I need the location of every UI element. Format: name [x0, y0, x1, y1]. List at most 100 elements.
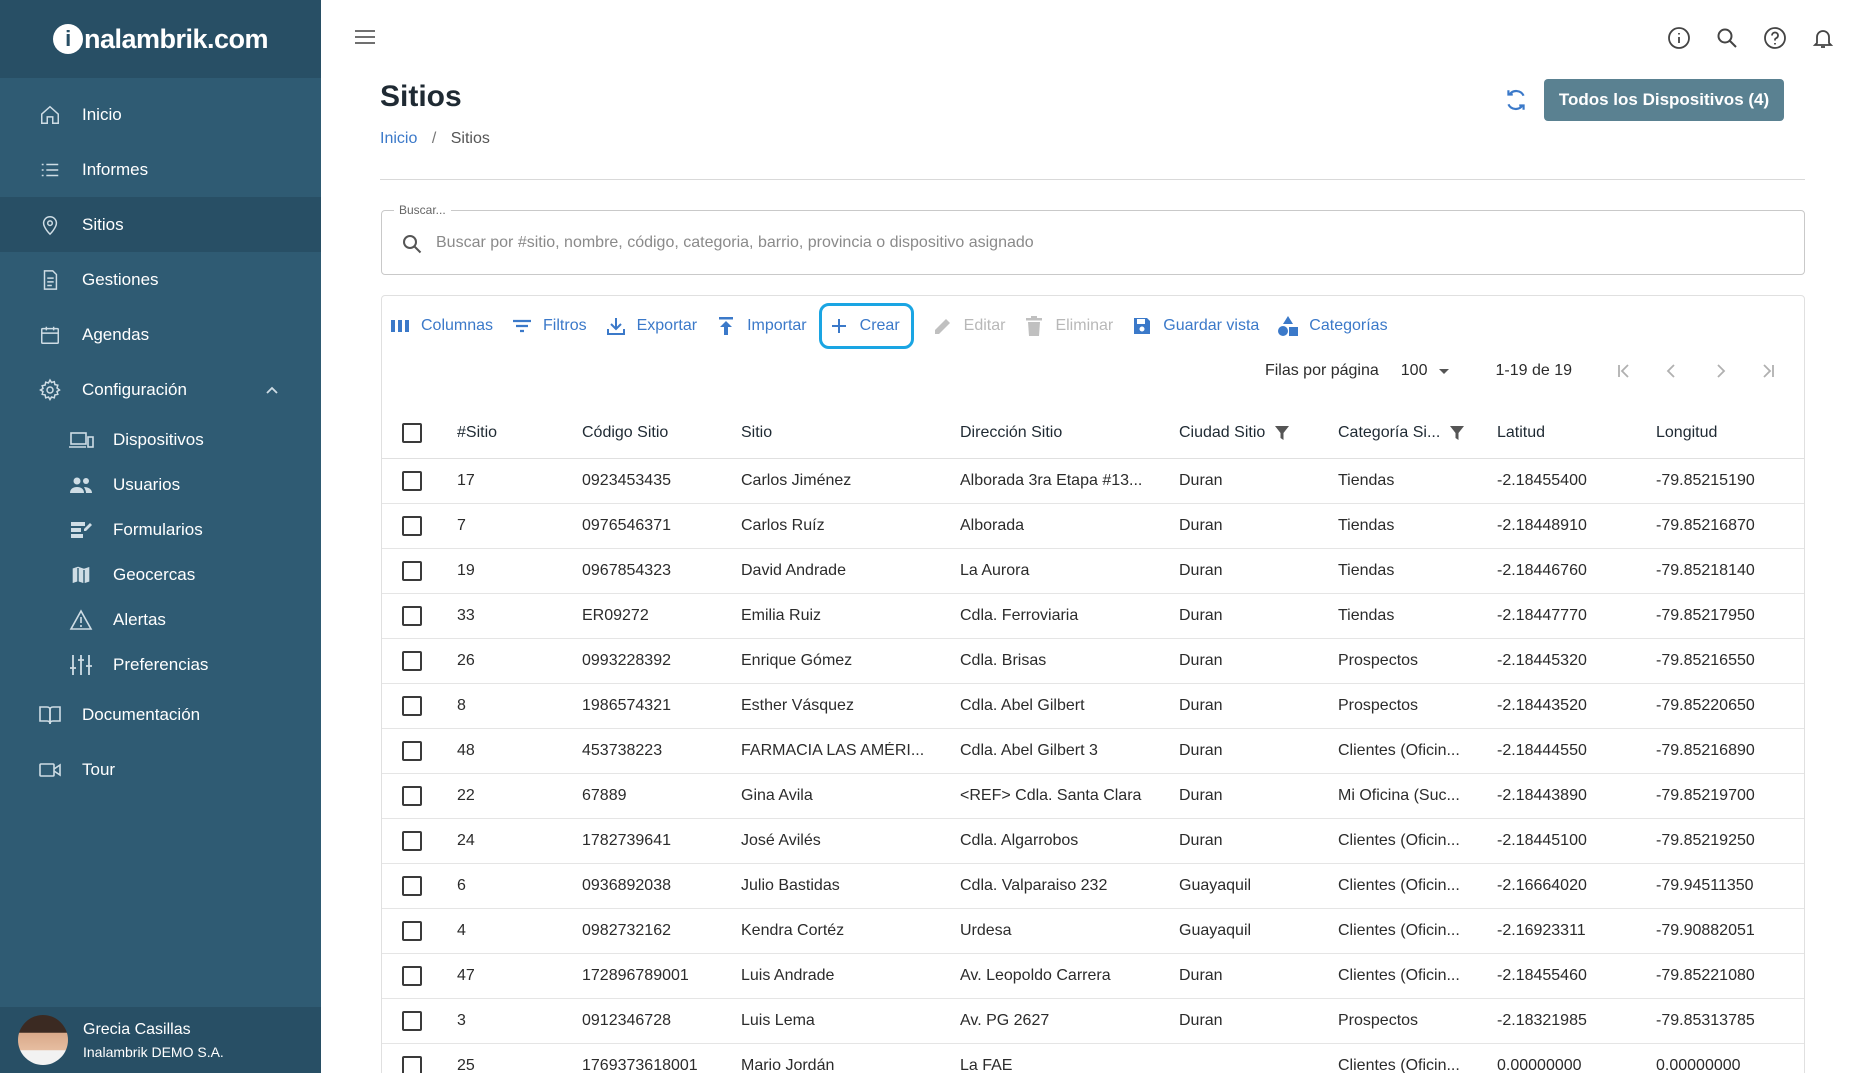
column-header-category[interactable]: Categoría Si...	[1338, 424, 1497, 442]
refresh-icon[interactable]	[1503, 87, 1529, 113]
cell-category: Clientes (Oficin...	[1338, 922, 1460, 939]
sidebar-item-usuarios[interactable]: Usuarios	[0, 462, 321, 507]
export-button[interactable]: Exportar	[605, 307, 697, 345]
table-row[interactable]: 19 0967854323 David Andrade La Aurora Duran T…	[382, 549, 1804, 594]
last-page-icon[interactable]	[1756, 359, 1780, 383]
row-checkbox[interactable]	[402, 471, 422, 491]
table-row[interactable]: 4 0982732162 Kendra Cortéz Urdesa Guayaquil C…	[382, 909, 1804, 954]
filter-icon[interactable]	[1450, 425, 1465, 441]
row-checkbox[interactable]	[402, 741, 422, 761]
row-checkbox[interactable]	[402, 786, 422, 806]
row-checkbox[interactable]	[402, 831, 422, 851]
cell-address: Cdla. Valparaiso 232	[960, 877, 1108, 894]
table-row[interactable]: 7 0976546371 Carlos Ruíz Alborada Duran Tiend…	[382, 504, 1804, 549]
sidebar-item-agendas[interactable]: Agendas	[0, 307, 321, 362]
table-row[interactable]: 24 1782739641 José Avilés Cdla. Algarrobos D…	[382, 819, 1804, 864]
columns-label: Columnas	[421, 317, 494, 334]
table-row[interactable]: 47 172896789001 Luis Andrade Av. Leopoldo C…	[382, 954, 1804, 999]
create-button[interactable]: Crear	[818, 303, 914, 349]
all-devices-button[interactable]: Todos los Dispositivos (4)	[1544, 79, 1784, 121]
table-row[interactable]: 17 0923453435 Carlos Jiménez Alborada 3ra E…	[382, 459, 1804, 504]
row-checkbox[interactable]	[402, 1011, 422, 1031]
sidebar-item-sitios[interactable]: Sitios	[0, 197, 321, 252]
column-header-latitude[interactable]: Latitud	[1497, 424, 1656, 442]
row-checkbox[interactable]	[402, 516, 422, 536]
cell-code: 172896789001	[582, 967, 689, 984]
row-checkbox[interactable]	[402, 1056, 422, 1073]
table-row[interactable]: 48 453738223 FARMACIA LAS AMÉRI... Cdla. Ab…	[382, 729, 1804, 774]
cell-site: Mario Jordán	[741, 1057, 835, 1073]
user-profile[interactable]: Grecia Casillas Inalambrik DEMO S.A.	[0, 1007, 321, 1073]
sidebar-item-informes[interactable]: Informes	[0, 142, 321, 197]
filters-button[interactable]: Filtros	[511, 307, 587, 345]
row-select-cell	[382, 1011, 457, 1031]
help-icon[interactable]	[1761, 24, 1789, 52]
table-row[interactable]: 3 0912346728 Luis Lema Av. PG 2627 Duran Pros…	[382, 999, 1804, 1044]
row-checkbox[interactable]	[402, 606, 422, 626]
cell-address: Cdla. Abel Gilbert 3	[960, 742, 1098, 759]
sidebar-item-formularios[interactable]: Formularios	[0, 507, 321, 552]
first-page-icon[interactable]	[1612, 359, 1636, 383]
row-checkbox[interactable]	[402, 561, 422, 581]
column-label: #Sitio	[457, 423, 498, 441]
row-checkbox[interactable]	[402, 696, 422, 716]
save-view-button[interactable]: Guardar vista	[1131, 307, 1259, 345]
search-icon[interactable]	[1713, 24, 1741, 52]
sidebar-item-configuracion[interactable]: Configuración	[0, 362, 321, 417]
sidebar-item-preferencias[interactable]: Preferencias	[0, 642, 321, 687]
cell-city: Duran	[1179, 472, 1223, 489]
table-row[interactable]: 6 0936892038 Julio Bastidas Cdla. Valparais…	[382, 864, 1804, 909]
sidebar-item-alertas[interactable]: Alertas	[0, 597, 321, 642]
table-row[interactable]: 22 67889 Gina Avila <REF> Cdla. Santa Clara…	[382, 774, 1804, 819]
search-input[interactable]	[436, 229, 1776, 257]
table-row[interactable]: 26 0993228392 Enrique Gómez Cdla. Brisas Dur…	[382, 639, 1804, 684]
column-header-city[interactable]: Ciudad Sitio	[1179, 424, 1338, 442]
sidebar-item-label: Documentación	[82, 704, 201, 724]
columns-button[interactable]: Columnas	[389, 307, 493, 345]
chevron-up-icon[interactable]	[265, 380, 279, 400]
column-header-site[interactable]: Sitio	[741, 424, 960, 442]
sidebar-item-tour[interactable]: Tour	[0, 742, 321, 797]
edit-button[interactable]: Editar	[932, 307, 1005, 345]
sidebar-item-dispositivos[interactable]: Dispositivos	[0, 417, 321, 462]
row-checkbox[interactable]	[402, 876, 422, 896]
row-checkbox[interactable]	[402, 966, 422, 986]
categories-button[interactable]: Categorías	[1277, 307, 1388, 345]
rows-per-page-select[interactable]: 100	[1401, 362, 1450, 380]
row-select-cell	[382, 696, 457, 716]
import-button[interactable]: Importar	[715, 307, 807, 345]
sidebar-item-documentacion[interactable]: Documentación	[0, 687, 321, 742]
cell-category: Clientes (Oficin...	[1338, 742, 1460, 759]
sidebar-item-geocercas[interactable]: Geocercas	[0, 552, 321, 597]
row-select-cell	[382, 516, 457, 536]
filter-icon[interactable]	[1275, 425, 1290, 441]
table-row[interactable]: 8 1986574321 Esther Vásquez Cdla. Abel Gilb…	[382, 684, 1804, 729]
rows-per-page-label: Filas por página	[1264, 362, 1379, 379]
table-row[interactable]: 25 1769373618001 Mario Jordán La FAE Cliente…	[382, 1044, 1804, 1073]
column-label: Código Sitio	[582, 423, 669, 441]
sliders-icon	[68, 653, 94, 677]
bell-icon[interactable]	[1809, 24, 1837, 52]
column-header-address[interactable]: Dirección Sitio	[960, 424, 1179, 442]
cell-longitude: -79.85313785	[1656, 1012, 1755, 1029]
sidebar-item-label: Informes	[82, 159, 149, 179]
breadcrumb-home-link[interactable]: Inicio	[380, 130, 417, 147]
menu-toggle-icon[interactable]	[354, 28, 376, 46]
sidebar-item-gestiones[interactable]: Gestiones	[0, 252, 321, 307]
column-header-longitude[interactable]: Longitud	[1656, 424, 1804, 442]
select-all-checkbox[interactable]	[402, 422, 422, 443]
row-checkbox[interactable]	[402, 651, 422, 671]
next-page-icon[interactable]	[1708, 359, 1732, 383]
row-checkbox[interactable]	[402, 921, 422, 941]
column-header-id[interactable]: #Sitio	[457, 424, 582, 442]
cell-site: Enrique Gómez	[741, 652, 853, 669]
cell-id: 25	[457, 1057, 475, 1073]
info-icon[interactable]	[1665, 24, 1693, 52]
sidebar-item-inicio[interactable]: Inicio	[0, 87, 321, 142]
app-logo[interactable]: i nalambrik.com	[52, 24, 269, 55]
delete-button[interactable]: Eliminar	[1023, 307, 1113, 345]
prev-page-icon[interactable]	[1660, 359, 1684, 383]
column-header-code[interactable]: Código Sitio	[582, 424, 741, 442]
column-label: Sitio	[741, 423, 773, 441]
table-row[interactable]: 33 ER09272 Emilia Ruiz Cdla. Ferroviaria Dur…	[382, 594, 1804, 639]
